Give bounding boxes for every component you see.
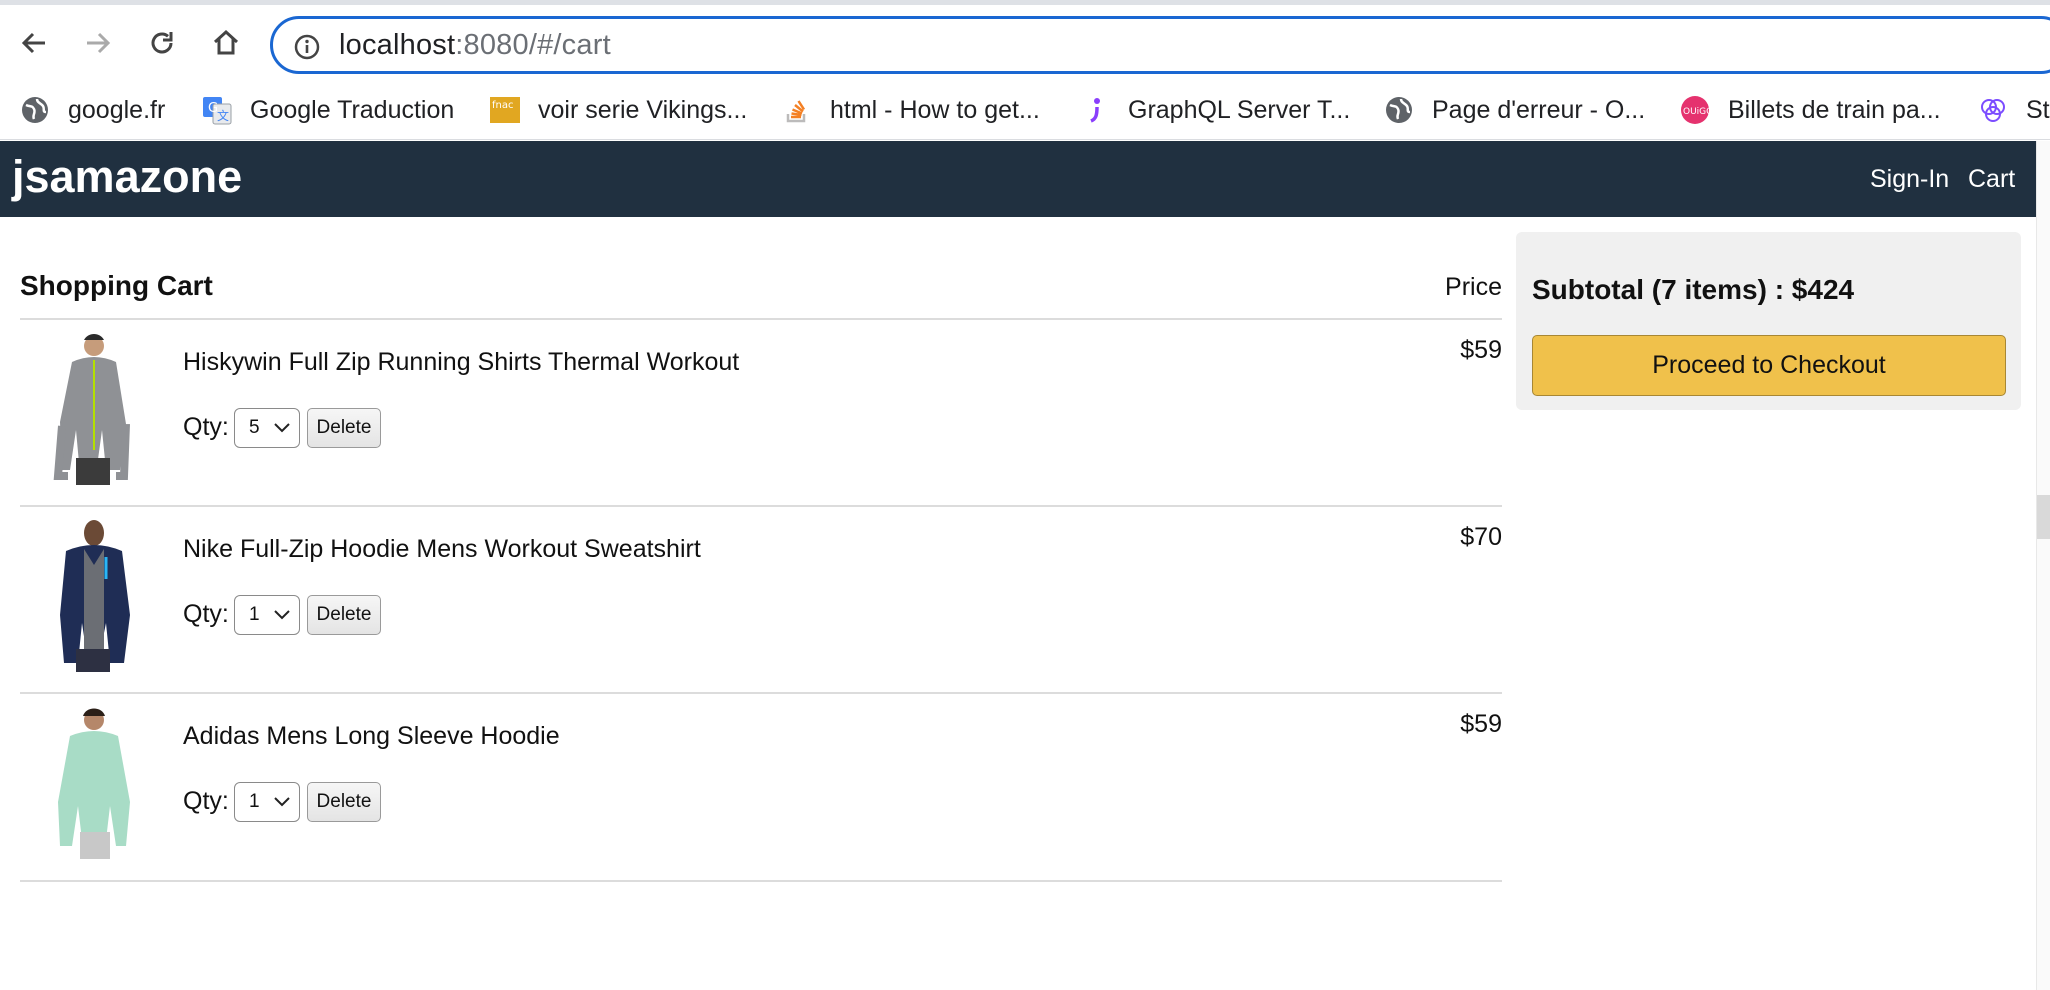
scrollbar[interactable] [2036,141,2050,990]
bookmarks-bar: google.fr G文 Google Traduction fnac voir… [0,80,2050,140]
bookmark-page-erreur[interactable]: Page d'erreur - O... [1384,90,1645,130]
signin-link[interactable]: Sign-In [1870,165,1949,194]
product-name[interactable]: Adidas Mens Long Sleeve Hoodie [183,722,560,751]
bookmark-label: voir serie Vikings... [538,95,748,124]
bookmark-google-traduction[interactable]: G文 Google Traduction [202,90,454,130]
product-image[interactable] [36,704,146,859]
proceed-to-checkout-button[interactable]: Proceed to Checkout [1532,335,2006,396]
browser-toolbar: localhost:8080/#/cart [0,0,2050,80]
qty-value: 1 [249,604,260,625]
price-column-header: Price [1445,273,1502,301]
svg-text:OUiGO: OUiGO [1683,107,1710,117]
graphql-icon [1090,98,1100,123]
svg-text:fnac: fnac [492,100,513,111]
bookmark-label: Google Traduction [250,95,455,124]
back-arrow-icon [21,32,45,54]
delete-button[interactable]: Delete [307,408,381,448]
product-price: $59 [1460,710,1502,738]
home-button[interactable] [206,23,246,63]
bookmark-label: google.fr [68,95,166,124]
chevron-down-icon [274,610,290,620]
home-icon [213,29,239,55]
cart-item: Adidas Mens Long Sleeve Hoodie Qty: 1 De… [20,694,1502,879]
divider [20,880,1502,882]
chevron-down-icon [274,423,290,433]
info-icon[interactable] [293,33,321,61]
subtotal-text: Subtotal (7 items) : $424 [1532,274,1855,305]
delete-button[interactable]: Delete [307,595,381,635]
qty-label: Qty: [183,600,229,628]
product-price: $70 [1460,523,1502,551]
forward-button[interactable] [78,23,118,63]
google-translate-icon: G文 [203,97,232,125]
bookmark-vikings[interactable]: fnac voir serie Vikings... [490,90,747,130]
address-bar[interactable]: localhost:8080/#/cart [270,16,2050,74]
qty-select[interactable]: 1 [234,595,300,635]
reload-button[interactable] [142,23,182,63]
apollo-icon [1981,99,2005,122]
fnac-icon: fnac [490,97,520,123]
delete-button[interactable]: Delete [307,782,381,822]
brand-logo[interactable]: jsamazone [12,151,242,203]
chevron-down-icon [274,797,290,807]
qty-label: Qty: [183,413,229,441]
cart-item: Nike Full-Zip Hoodie Mens Workout Sweats… [20,507,1502,692]
cart-item: Hiskywin Full Zip Running Shirts Thermal… [20,320,1502,505]
qty-select[interactable]: 1 [234,782,300,822]
globe-icon [22,97,48,123]
forward-arrow-icon [87,32,111,54]
bookmark-label: html - How to get... [830,95,1040,124]
stackoverflow-icon [786,100,806,123]
bookmark-apollo[interactable]: St [1978,90,2050,130]
cart-link[interactable]: Cart [1968,165,2015,194]
reload-icon [151,32,173,54]
svg-text:文: 文 [217,108,229,123]
bookmark-ouigo[interactable]: OUiGO Billets de train pa... [1680,90,1941,130]
globe-icon [1386,97,1412,123]
bookmark-graphql[interactable]: GraphQL Server T... [1080,90,1350,130]
product-name[interactable]: Hiskywin Full Zip Running Shirts Thermal… [183,348,739,377]
back-button[interactable] [14,23,54,63]
bookmark-google-fr[interactable]: google.fr [20,90,165,130]
scrollbar-thumb[interactable] [2037,495,2050,539]
qty-value: 5 [249,417,260,438]
product-image[interactable] [36,330,146,485]
qty-value: 1 [249,791,260,812]
product-name[interactable]: Nike Full-Zip Hoodie Mens Workout Sweats… [183,535,701,564]
bookmark-label: Billets de train pa... [1728,95,1941,124]
qty-label: Qty: [183,787,229,815]
qty-select[interactable]: 5 [234,408,300,448]
bookmark-stackoverflow[interactable]: html - How to get... [782,90,1040,130]
bookmark-label: GraphQL Server T... [1128,95,1351,124]
product-price: $59 [1460,336,1502,364]
product-image[interactable] [36,517,146,672]
bookmark-label: Page d'erreur - O... [1432,95,1646,124]
order-summary-card: Subtotal (7 items) : $424 Proceed to Che… [1516,232,2021,410]
site-header: jsamazone Sign-In Cart [0,141,2036,217]
ouigo-icon: OUiGO [1681,96,1710,124]
page-title: Shopping Cart [20,270,213,301]
bookmark-label: St [2026,95,2050,124]
url-text: localhost:8080/#/cart [339,29,611,61]
